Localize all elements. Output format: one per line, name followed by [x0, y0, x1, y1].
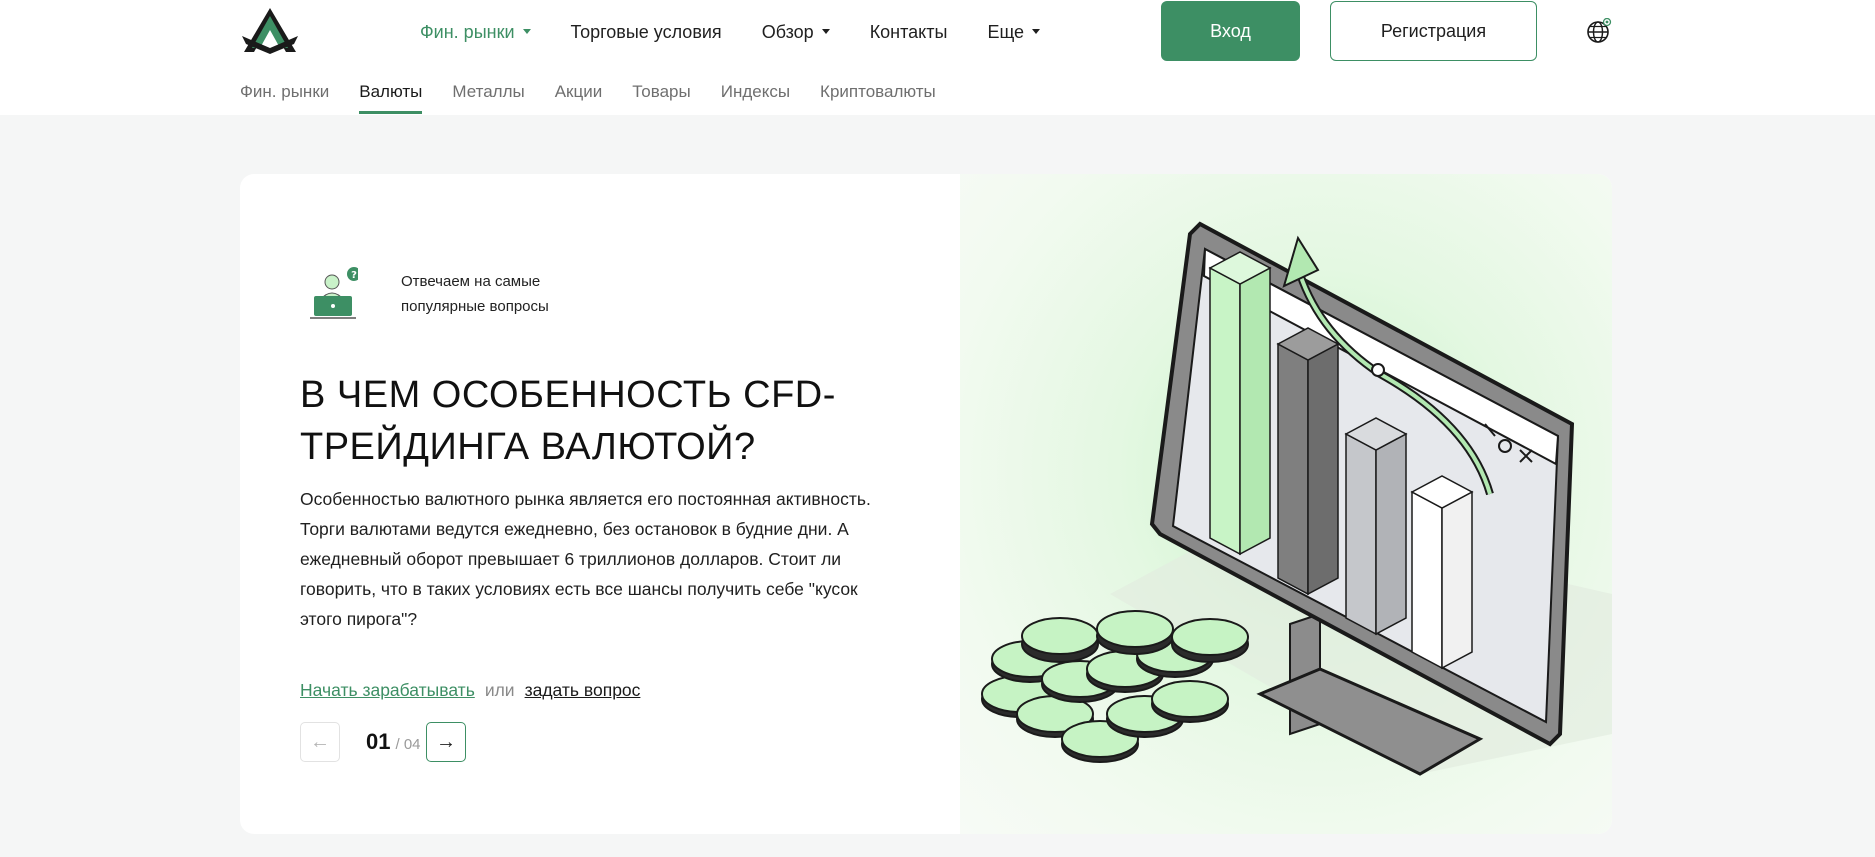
hero-description: Особенностью валютного рынка является ег…	[300, 489, 871, 629]
subnav-currencies[interactable]: Валюты	[359, 82, 423, 114]
nav-label: Обзор	[761, 21, 814, 42]
arrow-left-icon: ←	[310, 730, 330, 753]
nav-more[interactable]: Еще	[987, 21, 1041, 43]
monitor-bar-chart-coins-illustration	[981, 221, 1612, 776]
slide-total: / 04	[395, 736, 421, 753]
chevron-down-icon	[522, 28, 531, 34]
nav-label: Торговые условия	[570, 21, 722, 42]
chevron-down-icon	[1032, 28, 1041, 34]
ask-question-link[interactable]: задать вопрос	[525, 680, 641, 701]
faq-caption: Отвечаем на самые популярные вопросы	[401, 273, 549, 315]
main-nav: Фин. рынки Торговые условия Обзор Контак…	[420, 20, 1041, 44]
globe-icon[interactable]	[1586, 18, 1612, 44]
nav-contacts[interactable]: Контакты	[870, 22, 948, 43]
cta-links: Начать зарабатывать или задать вопрос	[300, 680, 640, 701]
hero-content: ? Отвечаем на самые популярные вопросы В…	[240, 174, 960, 834]
hero-illustration-panel	[960, 174, 1612, 834]
nav-label: Еще	[987, 21, 1025, 42]
slide-pager: ← 01 / 04 →	[300, 722, 466, 762]
nav-label: Контакты	[869, 21, 948, 42]
subnav-stocks[interactable]: Акции	[555, 82, 603, 112]
hero-card: ? Отвечаем на самые популярные вопросы В…	[240, 174, 1612, 834]
sub-nav: Фин. рынки Валюты Металлы Акции Товары И…	[240, 82, 936, 114]
support-person-laptop-icon: ?	[310, 267, 358, 319]
subnav-indices[interactable]: Индексы	[721, 82, 790, 112]
subnav-crypto[interactable]: Криптовалюты	[820, 82, 936, 112]
chevron-down-icon	[821, 28, 830, 34]
nav-overview[interactable]: Обзор	[762, 22, 830, 43]
slide-counter: 01 / 04	[340, 729, 426, 755]
subnav-commodities[interactable]: Товары	[632, 82, 690, 112]
arrow-right-icon: →	[436, 730, 456, 753]
subnav-metals[interactable]: Металлы	[452, 82, 524, 112]
slide-current: 01	[366, 729, 391, 754]
nav-trading-conditions[interactable]: Торговые условия	[571, 22, 722, 43]
prev-slide-button[interactable]: ←	[300, 722, 340, 762]
svg-text:?: ?	[351, 270, 357, 281]
page-title: В ЧЕМ ОСОБЕННОСТЬ CFD-ТРЕЙДИНГА ВАЛЮТОЙ?	[300, 374, 836, 468]
start-earning-link[interactable]: Начать зарабатывать	[300, 680, 475, 701]
login-button[interactable]: Вход	[1161, 1, 1300, 61]
subnav-fin-markets[interactable]: Фин. рынки	[240, 82, 329, 112]
register-button[interactable]: Регистрация	[1330, 1, 1537, 61]
nav-label: Фин. рынки	[420, 21, 515, 42]
brand-logo-icon[interactable]	[238, 6, 302, 56]
next-slide-button[interactable]: →	[426, 722, 466, 762]
nav-fin-markets[interactable]: Фин. рынки	[420, 22, 531, 43]
or-separator: или	[484, 680, 515, 700]
top-header: Фин. рынки Торговые условия Обзор Контак…	[0, 0, 1875, 115]
